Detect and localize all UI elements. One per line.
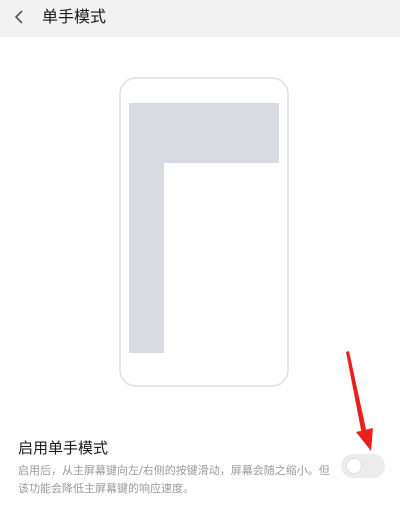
page-title: 单手模式 <box>42 7 107 26</box>
header-bar: 单手模式 <box>0 0 400 37</box>
back-button[interactable] <box>6 4 32 30</box>
setting-title: 启用单手模式 <box>18 439 109 457</box>
shrunken-screen <box>164 163 279 353</box>
one-handed-mode-toggle[interactable] <box>341 454 385 478</box>
toggle-knob <box>346 458 362 474</box>
one-handed-mode-illustration <box>119 77 289 387</box>
chevron-left-icon <box>14 10 23 24</box>
setting-description: 启用后，从主屏幕键向左/右侧的按键滑动，屏幕会随之缩小。但该功能会降低主屏幕键的… <box>18 464 330 495</box>
